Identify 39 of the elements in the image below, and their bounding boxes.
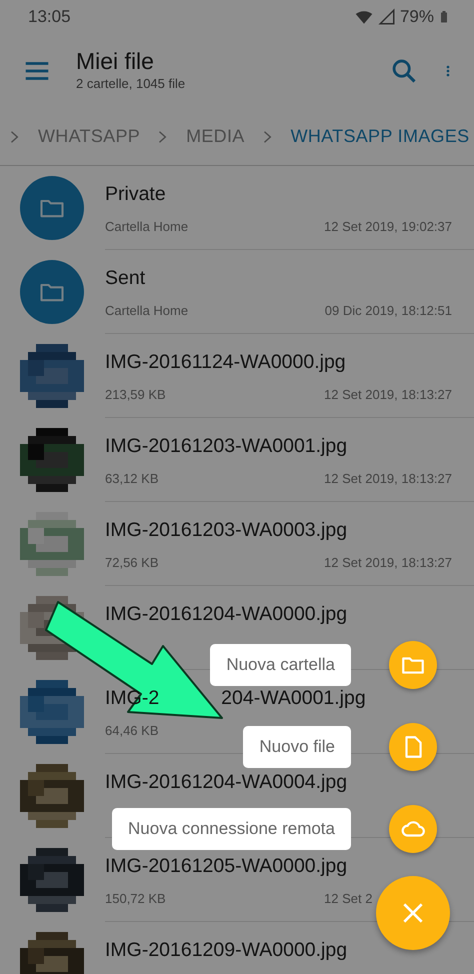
- file-detail: 63,12 KB: [105, 470, 158, 488]
- file-detail: Cartella Home: [105, 218, 188, 236]
- file-name: IMG-20161124-WA0000.jpg: [105, 350, 347, 375]
- file-detail: 64,46 KB: [105, 722, 158, 740]
- file-detail: 213,59 KB: [105, 386, 166, 404]
- modified-date: 09 Dic 2019, 18:12:51: [324, 302, 452, 320]
- action-button[interactable]: [389, 723, 437, 771]
- folder-summary: 2 cartelle, 1045 file: [76, 74, 186, 93]
- file-name: 204-WA0001.jpg: [221, 686, 366, 711]
- file-name: IMG-20161204-WA0000.jpg: [105, 602, 348, 627]
- modified-date: 12 Set 2019, 19:02:37: [323, 218, 452, 236]
- file-name: IMG-20161203-WA0001.jpg: [105, 434, 348, 459]
- action-label[interactable]: Nuovo file: [243, 726, 351, 768]
- file-detail: 150,72 KB: [105, 890, 166, 908]
- breadcrumb-item[interactable]: WHATSAPP IMAGES: [290, 123, 470, 150]
- screen-title: Miei file: [76, 48, 155, 74]
- signal-icon: [378, 8, 396, 26]
- modified-date: 12 Set 2019, 18:13:27: [323, 554, 452, 572]
- battery-level: 79%: [400, 6, 434, 28]
- action-label[interactable]: Nuova connessione remota: [112, 808, 351, 850]
- action-label[interactable]: Nuova cartella: [210, 644, 351, 686]
- action-button[interactable]: [389, 641, 437, 689]
- file-name: IMG-20161204-WA0004.jpg: [105, 770, 348, 795]
- file-name: IMG-20161205-WA0000.jpg: [105, 854, 348, 879]
- file-name: Sent: [105, 266, 146, 291]
- file-detail: 72,56 KB: [105, 554, 158, 572]
- file-name: IMG-20161203-WA0003.jpg: [105, 518, 348, 543]
- file-detail: Cartella Home: [105, 302, 188, 320]
- close-button[interactable]: [376, 876, 450, 950]
- modified-date: 12 Set 2019, 18:13:27: [323, 386, 452, 404]
- action-button[interactable]: [389, 805, 437, 853]
- wifi-icon: [354, 8, 374, 26]
- modified-date: 12 Set 2019, 18:13:27: [323, 470, 452, 488]
- file-name: Private: [105, 182, 167, 207]
- search-icon: [390, 57, 418, 85]
- search-button[interactable]: [390, 57, 418, 85]
- file-name: IMG-20161209-WA0000.jpg: [105, 938, 348, 963]
- modified-date: 12 Set 2: [323, 890, 374, 908]
- clock-time: 13:05: [28, 6, 71, 28]
